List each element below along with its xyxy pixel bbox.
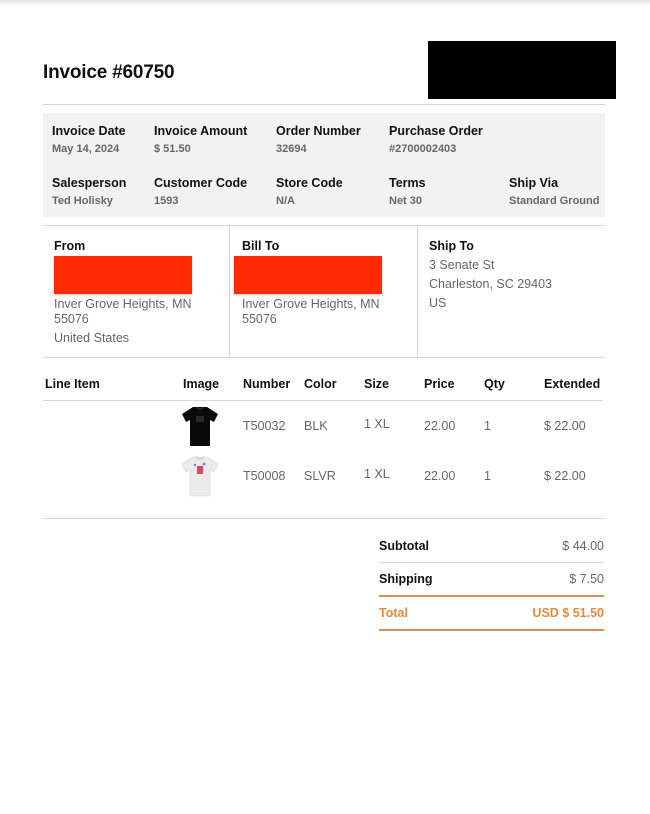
meta-label: Customer Code [154, 176, 248, 190]
meta-invoice-amount: Invoice Amount $ 51.50 [154, 124, 247, 155]
from-zip: 55076 [54, 312, 89, 326]
divider [43, 518, 605, 519]
from-heading: From [54, 239, 86, 253]
black-tshirt-image [182, 406, 218, 446]
ship-to-address: Ship To 3 Senate St Charleston, SC 29403… [418, 226, 605, 358]
meta-value: N/A [276, 195, 295, 207]
cell-color: BLK [304, 419, 328, 433]
ship-to-street: 3 Senate St [429, 258, 495, 272]
meta-ship-via: Ship Via Standard Ground [509, 176, 599, 207]
meta-label: Ship Via [509, 176, 559, 190]
from-country: United States [54, 331, 130, 345]
logo-redaction [428, 41, 616, 99]
cell-number: T50032 [243, 419, 286, 433]
column-header-extended: Extended [544, 377, 601, 391]
meta-value: Standard Ground [509, 195, 600, 207]
shipping-label: Shipping [379, 572, 433, 586]
meta-invoice-date: Invoice Date May 14, 2024 [52, 124, 126, 155]
name-redaction [54, 256, 192, 294]
name-redaction [234, 256, 382, 294]
cell-extended: $ 22.00 [544, 469, 586, 483]
header-divider [43, 400, 603, 401]
cell-qty: 1 [484, 419, 491, 433]
bill-to-heading: Bill To [242, 239, 280, 253]
meta-value: 32694 [276, 143, 307, 155]
meta-customer-code: Customer Code 1593 [154, 176, 247, 207]
meta-terms: Terms Net 30 [389, 176, 426, 207]
column-header-qty: Qty [484, 377, 505, 391]
column-header-price: Price [424, 377, 455, 391]
column-header-color: Color [304, 377, 337, 391]
invoice-title: Invoice #60750 [43, 62, 175, 83]
subtotal-label: Subtotal [379, 539, 429, 553]
meta-label: Invoice Amount [154, 124, 248, 138]
meta-value: $ 51.50 [154, 143, 191, 155]
meta-salesperson: Salesperson Ted Holisky [52, 176, 126, 207]
cell-size: 1 XL [364, 467, 390, 481]
white-tshirt-image [181, 456, 219, 497]
column-header-image: Image [183, 377, 220, 391]
shipping-value: $ 7.50 [569, 572, 604, 586]
meta-label: Invoice Date [52, 124, 126, 138]
bill-to-city-state: Inver Grove Heights, MN [242, 297, 380, 311]
ship-to-country: US [429, 296, 447, 310]
ship-to-city-state-zip: Charleston, SC 29403 [429, 277, 552, 291]
column-header-size: Size [364, 377, 390, 391]
cell-number: T50008 [243, 469, 286, 483]
bill-to-zip: 55076 [242, 312, 277, 326]
meta-value: Net 30 [389, 195, 423, 207]
meta-label: Store Code [276, 176, 343, 190]
page-top-shadow [0, 0, 650, 6]
column-header-number: Number [243, 377, 291, 391]
cell-size: 1 XL [364, 417, 390, 431]
ship-to-heading: Ship To [429, 239, 474, 253]
cell-price: 22.00 [424, 469, 456, 483]
totals-summary: Subtotal $ 44.00 Shipping $ 7.50 Total U… [379, 530, 604, 631]
cell-price: 22.00 [424, 419, 456, 433]
from-city-state: Inver Grove Heights, MN [54, 297, 192, 311]
subtotal-value: $ 44.00 [562, 539, 604, 553]
bill-to-address: Bill To Inver Grove Heights, MN 55076 [230, 226, 418, 358]
meta-value: May 14, 2024 [52, 143, 120, 155]
meta-value: #2700002403 [389, 143, 457, 155]
meta-purchase-order: Purchase Order #2700002403 [389, 124, 483, 155]
subtotal-row: Subtotal $ 44.00 [379, 530, 604, 562]
meta-label: Order Number [276, 124, 361, 138]
total-divider-bottom [379, 629, 604, 631]
cell-extended: $ 22.00 [544, 419, 586, 433]
address-section: From Inver Grove Heights, MN 55076 Unite… [43, 225, 605, 358]
total-value: USD $ 51.50 [532, 606, 604, 620]
meta-store-code: Store Code N/A [276, 176, 343, 207]
column-header-line-item: Line Item [45, 377, 100, 391]
total-row: Total USD $ 51.50 [379, 597, 604, 629]
cell-qty: 1 [484, 469, 491, 483]
cell-color: SLVR [304, 469, 336, 483]
meta-value: Ted Holisky [52, 195, 113, 207]
divider [43, 104, 605, 105]
meta-label: Purchase Order [389, 124, 483, 138]
invoice-meta-panel: Invoice Date May 14, 2024 Invoice Amount… [43, 113, 605, 217]
meta-value: 1593 [154, 195, 179, 207]
total-label: Total [379, 606, 408, 620]
meta-label: Terms [389, 176, 426, 190]
meta-order-number: Order Number 32694 [276, 124, 361, 155]
from-address: From Inver Grove Heights, MN 55076 Unite… [43, 226, 230, 358]
shipping-row: Shipping $ 7.50 [379, 563, 604, 595]
meta-label: Salesperson [52, 176, 127, 190]
